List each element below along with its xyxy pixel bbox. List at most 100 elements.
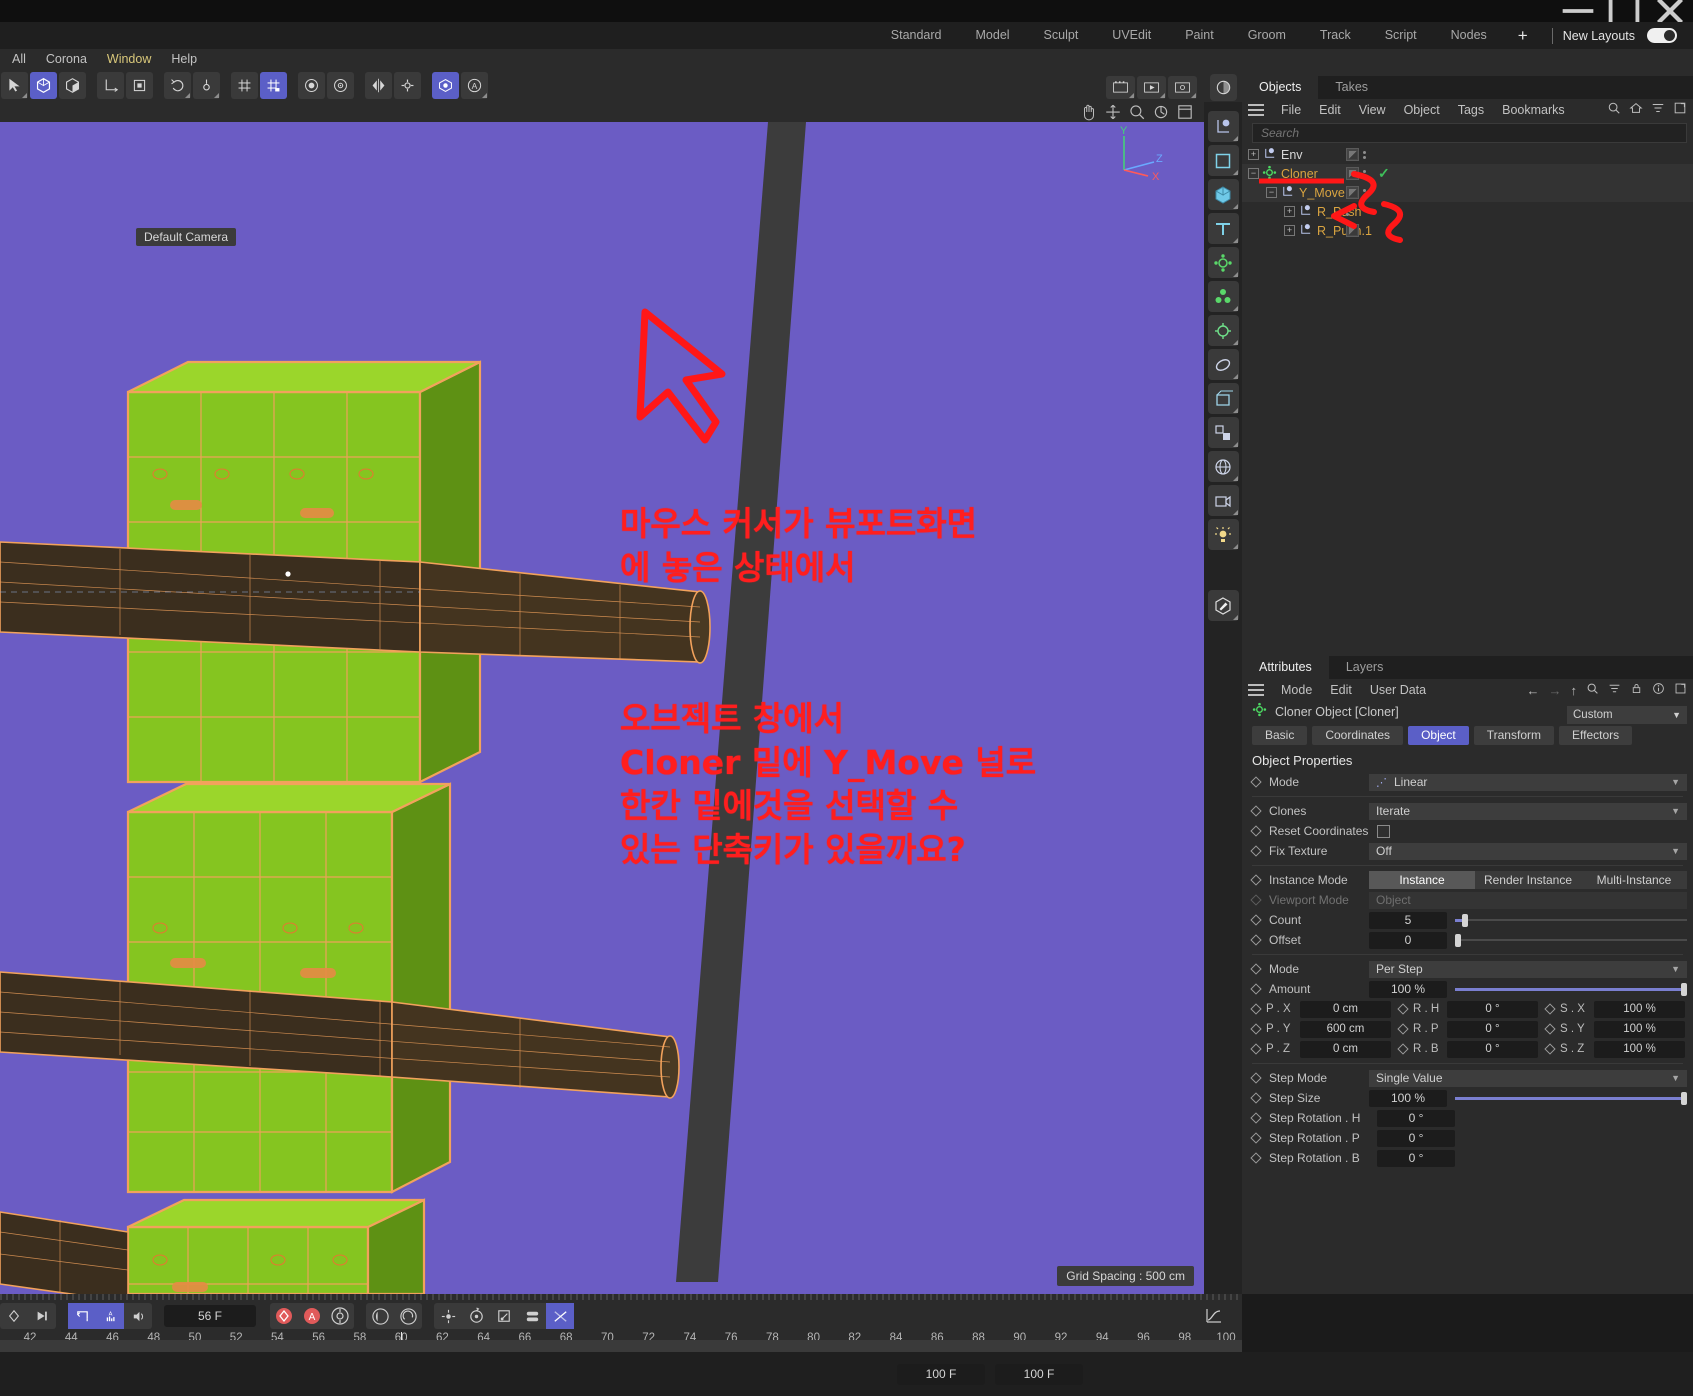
layout-tab-model[interactable]: Model: [959, 22, 1027, 49]
mograph-effector-icon[interactable]: [1207, 281, 1239, 312]
rotation-key-icon[interactable]: [394, 1303, 422, 1329]
render-to-picture-viewer-icon[interactable]: [1137, 76, 1166, 99]
up-arrow-icon[interactable]: ↑: [1571, 683, 1578, 698]
slider-offset[interactable]: [1455, 932, 1687, 949]
dropdown-step-mode[interactable]: Single Value ▼: [1369, 1069, 1687, 1087]
input-p-x[interactable]: 0 cm: [1300, 1000, 1391, 1018]
input-r-p[interactable]: 0 °: [1447, 1020, 1538, 1038]
expander-icon[interactable]: −: [1266, 187, 1277, 198]
input-step-rotation-p[interactable]: 0 °: [1377, 1129, 1455, 1147]
pla-key-icon[interactable]: [546, 1303, 574, 1329]
keyframe-diamond-icon[interactable]: [1397, 1023, 1409, 1035]
tree-row-env[interactable]: + Env: [1242, 145, 1693, 164]
keyframe-diamond-icon[interactable]: [1250, 1152, 1262, 1164]
autokey-ic on[interactable]: A: [298, 1303, 326, 1329]
keyframe-diamond-icon[interactable]: [1250, 963, 1262, 975]
move-key-icon[interactable]: [434, 1303, 462, 1329]
world-axis-icon[interactable]: [126, 72, 153, 99]
keyframe-diamond-icon[interactable]: [1250, 1132, 1262, 1144]
spline-rect-icon[interactable]: [1207, 145, 1239, 176]
layout-tab-groom[interactable]: Groom: [1231, 22, 1303, 49]
lock-icon[interactable]: [1630, 682, 1643, 698]
input-offset[interactable]: 0: [1369, 931, 1447, 949]
position-key-icon[interactable]: [366, 1303, 394, 1329]
scale-key-icon[interactable]: [490, 1303, 518, 1329]
keyframe-diamond-icon[interactable]: [1397, 1003, 1409, 1015]
atab-object[interactable]: Object: [1408, 726, 1469, 745]
visibility-eye-icon[interactable]: [432, 72, 459, 99]
om-menu-file[interactable]: File: [1272, 99, 1310, 121]
input-s-x[interactable]: 100 %: [1594, 1000, 1685, 1018]
filter-icon[interactable]: [1608, 682, 1621, 698]
maximize-button[interactable]: [1601, 0, 1647, 27]
expand-panel-icon[interactable]: [1674, 682, 1687, 698]
layout-tab-sculpt[interactable]: Sculpt: [1027, 22, 1096, 49]
atab-effectors[interactable]: Effectors: [1558, 726, 1633, 745]
visibility-dots[interactable]: [1346, 207, 1349, 216]
slider-knob[interactable]: [1455, 933, 1461, 947]
dropdown-clones[interactable]: Iterate ▼: [1369, 802, 1687, 820]
tab-attributes[interactable]: Attributes: [1242, 656, 1329, 679]
render-settings-icon[interactable]: [1168, 76, 1197, 99]
status-field-left[interactable]: 100 F: [897, 1363, 985, 1385]
layout-tab-uvedit[interactable]: UVEdit: [1095, 22, 1168, 49]
segbtn-multi-instance[interactable]: Multi-Instance: [1581, 871, 1687, 889]
keyframe-diamond-icon[interactable]: [1250, 983, 1262, 995]
viewport[interactable]: Default Camera Grid Spacing : 500 cm Y Z…: [0, 102, 1204, 1294]
layout-tab-track[interactable]: Track: [1303, 22, 1368, 49]
keyframe-diamond-icon[interactable]: [0, 1303, 28, 1329]
tree-row-cloner[interactable]: − Cloner ✓: [1242, 164, 1693, 183]
atab-basic[interactable]: Basic: [1252, 726, 1308, 745]
scene-nodes-icon[interactable]: [1207, 417, 1239, 448]
new-layouts-toggle[interactable]: [1647, 28, 1677, 43]
keyframe-diamond-icon[interactable]: [1250, 1023, 1262, 1035]
tree-row-r-push[interactable]: + R_Push: [1242, 202, 1693, 221]
object-search-field[interactable]: [1252, 123, 1687, 143]
input-amount[interactable]: 100 %: [1369, 980, 1447, 998]
atab-transform[interactable]: Transform: [1473, 726, 1554, 745]
am-menu-edit[interactable]: Edit: [1321, 679, 1361, 701]
keyframe-diamond-icon[interactable]: [1250, 776, 1262, 788]
tree-row-y-move[interactable]: − Y_Move: [1242, 183, 1693, 202]
menu-corona[interactable]: Corona: [36, 49, 97, 69]
input-r-h[interactable]: 0 °: [1447, 1000, 1538, 1018]
display-tag-icon[interactable]: [1346, 186, 1359, 199]
input-step-rotation-b[interactable]: 0 °: [1377, 1149, 1455, 1167]
maximize-viewport-icon[interactable]: [1176, 103, 1194, 121]
search-icon[interactable]: [1586, 682, 1599, 698]
object-axis-icon[interactable]: [97, 72, 124, 99]
snap-lock-icon[interactable]: [260, 72, 287, 99]
input-s-z[interactable]: 100 %: [1594, 1040, 1685, 1058]
layout-tab-paint[interactable]: Paint: [1168, 22, 1231, 49]
pan-hand-icon[interactable]: [1080, 103, 1098, 121]
keyframe-diamond-icon[interactable]: [1544, 1043, 1556, 1055]
close-button[interactable]: [1647, 0, 1693, 24]
back-arrow-icon[interactable]: ←: [1527, 683, 1540, 698]
go-to-end-icon[interactable]: [28, 1303, 56, 1329]
keyframe-diamond-icon[interactable]: [1250, 845, 1262, 857]
tab-objects[interactable]: Objects: [1242, 76, 1319, 99]
atab-coordinates[interactable]: Coordinates: [1312, 726, 1404, 745]
corona-render-icon[interactable]: [1210, 74, 1237, 101]
input-step-rotation-h[interactable]: 0 °: [1377, 1109, 1455, 1127]
dropdown-fix-texture[interactable]: Off ▼: [1369, 842, 1687, 860]
slider-step-size[interactable]: [1455, 1090, 1687, 1107]
om-menu-bookmarks[interactable]: Bookmarks: [1493, 99, 1574, 121]
keyframe-diamond-icon[interactable]: [1250, 1003, 1262, 1015]
input-p-y[interactable]: 600 cm: [1300, 1020, 1391, 1038]
object-manager-hamburger-icon[interactable]: [1248, 104, 1264, 116]
input-count[interactable]: 5: [1369, 911, 1447, 929]
expander-icon[interactable]: +: [1284, 206, 1295, 217]
am-menu-user-data[interactable]: User Data: [1361, 679, 1435, 701]
menu-window[interactable]: Window: [97, 49, 161, 69]
text-spline-icon[interactable]: [1207, 213, 1239, 244]
om-menu-edit[interactable]: Edit: [1310, 99, 1350, 121]
dropdown-mode[interactable]: ⋰ Linear ▼: [1369, 773, 1687, 791]
tree-row-r-push-1[interactable]: + R_Push.1: [1242, 221, 1693, 240]
status-field-right[interactable]: 100 F: [995, 1363, 1083, 1385]
forward-arrow-icon[interactable]: →: [1549, 683, 1562, 698]
search-icon[interactable]: [1607, 101, 1621, 120]
keyframe-diamond-icon[interactable]: [1250, 1072, 1262, 1084]
move-camera-icon[interactable]: [1104, 103, 1122, 121]
texture-mode-icon[interactable]: [59, 72, 86, 99]
